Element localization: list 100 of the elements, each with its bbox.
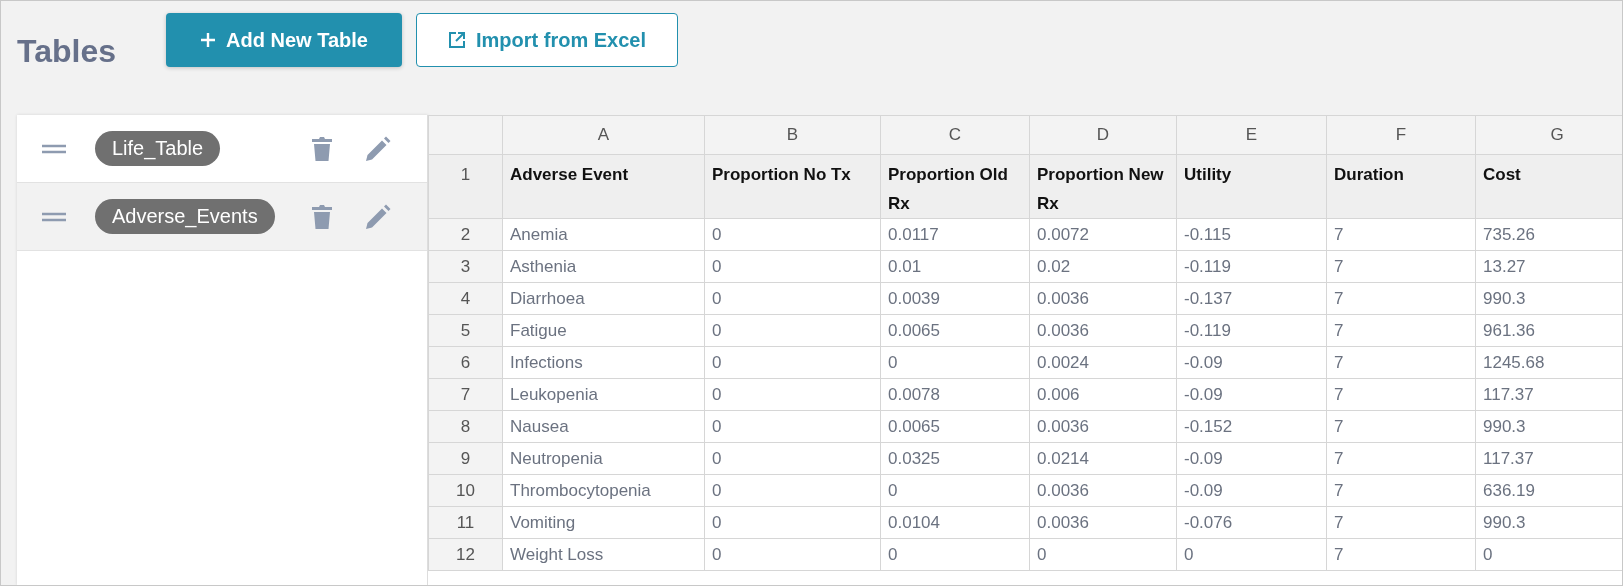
table-cell: -0.09: [1176, 378, 1327, 411]
table-cell: -0.09: [1176, 474, 1327, 507]
table-cell: Adverse Event: [502, 154, 705, 219]
table-cell: 0: [704, 410, 881, 443]
table-name-tag: Adverse_Events: [95, 199, 275, 234]
table-cell: Utility: [1176, 154, 1327, 219]
column-header[interactable]: G: [1475, 115, 1622, 155]
table-cell: 0: [704, 474, 881, 507]
table-cell: 0: [704, 346, 881, 379]
table-cell: 0: [704, 378, 881, 411]
table-cell: Proportion New Rx: [1029, 154, 1177, 219]
table-cell: 0.0214: [1029, 442, 1177, 475]
table-cell: 0.0036: [1029, 474, 1177, 507]
table-cell: Diarrhoea: [502, 282, 705, 315]
table-cell: 0.0036: [1029, 506, 1177, 539]
table-cell: Duration: [1326, 154, 1476, 219]
table-cell: -0.119: [1176, 314, 1327, 347]
table-cell: 0: [704, 538, 881, 571]
drag-handle-icon[interactable]: [41, 211, 67, 222]
table-cell: 0: [704, 314, 881, 347]
table-cell: Leukopenia: [502, 378, 705, 411]
table-name-tag: Life_Table: [95, 131, 221, 166]
column-header[interactable]: D: [1029, 115, 1177, 155]
table-cell: 0.0072: [1029, 218, 1177, 251]
trash-icon[interactable]: [311, 203, 333, 230]
table-cell: 0: [880, 474, 1030, 507]
row-number[interactable]: 12: [428, 538, 503, 571]
row-number[interactable]: 9: [428, 442, 503, 475]
column-header[interactable]: E: [1176, 115, 1327, 155]
table-cell: 7: [1326, 346, 1476, 379]
table-cell: 7: [1326, 538, 1476, 571]
table-cell: -0.115: [1176, 218, 1327, 251]
pencil-icon[interactable]: [365, 135, 391, 162]
row-number[interactable]: 5: [428, 314, 503, 347]
table-cell: Cost: [1475, 154, 1622, 219]
table-cell: -0.076: [1176, 506, 1327, 539]
table-cell: 0.0036: [1029, 410, 1177, 443]
table-cell: 0: [704, 218, 881, 251]
table-cell: -0.137: [1176, 282, 1327, 315]
table-cell: 7: [1326, 250, 1476, 283]
table-cell: 7: [1326, 282, 1476, 315]
table-cell: 0: [704, 282, 881, 315]
table-cell: 0.0036: [1029, 314, 1177, 347]
table-cell: 0.02: [1029, 250, 1177, 283]
table-cell: 7: [1326, 442, 1476, 475]
column-header[interactable]: A: [502, 115, 705, 155]
table-cell: 0.0036: [1029, 282, 1177, 315]
table-cell: Proportion Old Rx: [880, 154, 1030, 219]
table-cell: 0.01: [880, 250, 1030, 283]
table-cell: 0.0325: [880, 442, 1030, 475]
table-cell: Proportion No Tx: [704, 154, 881, 219]
row-number[interactable]: 2: [428, 218, 503, 251]
table-cell: -0.09: [1176, 346, 1327, 379]
table-cell: 0: [1029, 538, 1177, 571]
row-number[interactable]: 1: [428, 154, 503, 219]
table-cell: 7: [1326, 474, 1476, 507]
pencil-icon[interactable]: [365, 203, 391, 230]
table-list-item[interactable]: Life_Table: [17, 115, 427, 183]
table-cell: -0.152: [1176, 410, 1327, 443]
table-cell: 0: [704, 442, 881, 475]
add-table-button[interactable]: Add New Table: [166, 13, 402, 67]
row-number[interactable]: 4: [428, 282, 503, 315]
table-cell: 7: [1326, 314, 1476, 347]
table-cell: 0: [880, 538, 1030, 571]
external-link-icon: [447, 31, 466, 49]
table-cell: Infections: [502, 346, 705, 379]
table-cell: Fatigue: [502, 314, 705, 347]
row-number[interactable]: 7: [428, 378, 503, 411]
table-cell: 7: [1326, 218, 1476, 251]
row-number[interactable]: 6: [428, 346, 503, 379]
table-cell: 7: [1326, 378, 1476, 411]
table-cell: Anemia: [502, 218, 705, 251]
trash-icon[interactable]: [311, 135, 333, 162]
table-cell: 0.006: [1029, 378, 1177, 411]
table-cell: Nausea: [502, 410, 705, 443]
drag-handle-icon[interactable]: [41, 143, 67, 154]
table-cell: -0.119: [1176, 250, 1327, 283]
table-cell: 0.0078: [880, 378, 1030, 411]
column-header[interactable]: C: [880, 115, 1030, 155]
table-cell: Vomiting: [502, 506, 705, 539]
page-title: Tables: [17, 33, 116, 70]
table-cell: 0.0024: [1029, 346, 1177, 379]
row-number[interactable]: 8: [428, 410, 503, 443]
import-button[interactable]: Import from Excel: [416, 13, 678, 67]
row-number[interactable]: 11: [428, 506, 503, 539]
table-list-item[interactable]: Adverse_Events: [17, 183, 427, 251]
table-cell: 0: [704, 250, 881, 283]
table-cell: 0: [1176, 538, 1327, 571]
table-cell: Asthenia: [502, 250, 705, 283]
column-header[interactable]: F: [1326, 115, 1476, 155]
row-number[interactable]: 3: [428, 250, 503, 283]
table-cell: 0.0104: [880, 506, 1030, 539]
column-header[interactable]: B: [704, 115, 881, 155]
table-cell: Weight Loss: [502, 538, 705, 571]
plus-icon: [200, 32, 217, 48]
table-cell: -0.09: [1176, 442, 1327, 475]
table-cell: Thrombocytopenia: [502, 474, 705, 507]
row-number[interactable]: 10: [428, 474, 503, 507]
table-cell: 0: [880, 346, 1030, 379]
table-cell: 0.0065: [880, 410, 1030, 443]
